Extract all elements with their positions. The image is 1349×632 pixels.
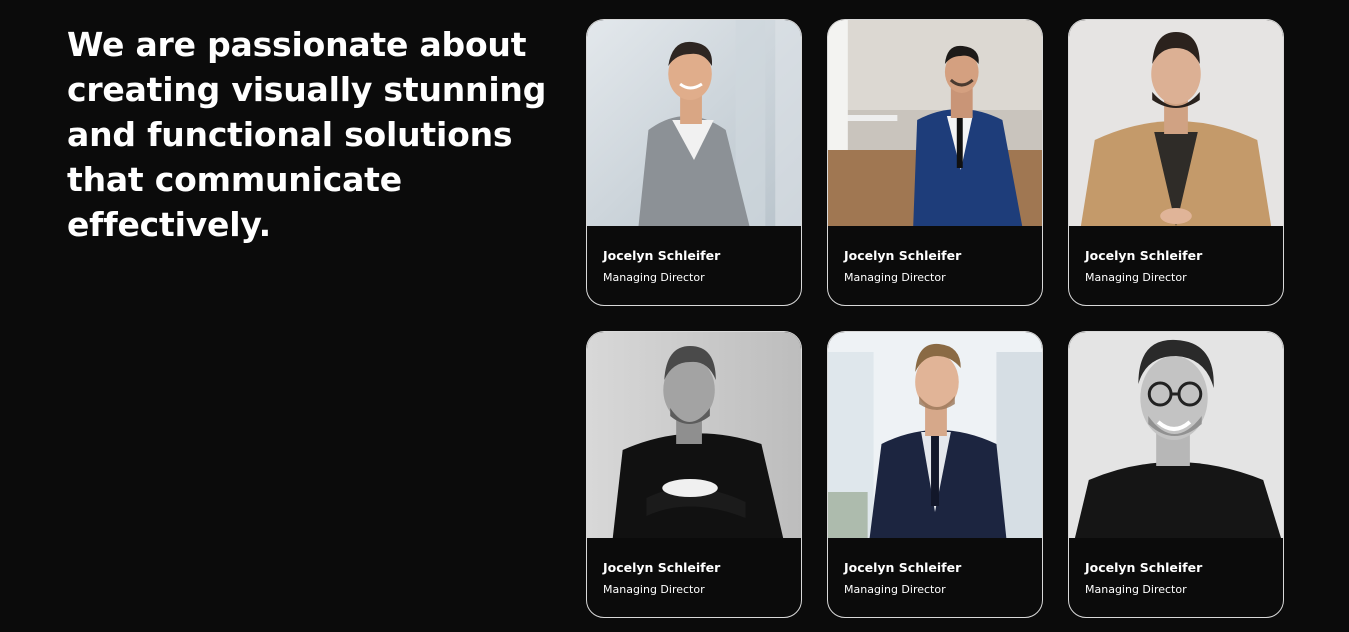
team-grid: Jocelyn Schleifer Managing Director Joce… — [586, 19, 1284, 618]
member-role: Managing Director — [844, 271, 946, 284]
member-role: Managing Director — [1085, 583, 1187, 596]
member-name: Jocelyn Schleifer — [603, 248, 721, 263]
member-photo — [828, 332, 1042, 538]
member-name: Jocelyn Schleifer — [1085, 560, 1203, 575]
section-headline: We are passionate about creating visuall… — [67, 25, 547, 244]
team-card[interactable]: Jocelyn Schleifer Managing Director — [586, 19, 802, 306]
member-role: Managing Director — [1085, 271, 1187, 284]
member-name: Jocelyn Schleifer — [603, 560, 721, 575]
member-name: Jocelyn Schleifer — [844, 248, 962, 263]
member-photo — [1069, 20, 1283, 226]
team-card[interactable]: Jocelyn Schleifer Managing Director — [1068, 331, 1284, 618]
team-card[interactable]: Jocelyn Schleifer Managing Director — [827, 331, 1043, 618]
member-photo — [587, 20, 801, 226]
member-photo — [1069, 332, 1283, 538]
member-role: Managing Director — [603, 271, 705, 284]
member-photo — [828, 20, 1042, 226]
team-section: We are passionate about creating visuall… — [0, 0, 1349, 632]
member-role: Managing Director — [603, 583, 705, 596]
team-card[interactable]: Jocelyn Schleifer Managing Director — [586, 331, 802, 618]
team-card[interactable]: Jocelyn Schleifer Managing Director — [827, 19, 1043, 306]
member-role: Managing Director — [844, 583, 946, 596]
member-name: Jocelyn Schleifer — [844, 560, 962, 575]
member-photo — [587, 332, 801, 538]
team-card[interactable]: Jocelyn Schleifer Managing Director — [1068, 19, 1284, 306]
member-name: Jocelyn Schleifer — [1085, 248, 1203, 263]
